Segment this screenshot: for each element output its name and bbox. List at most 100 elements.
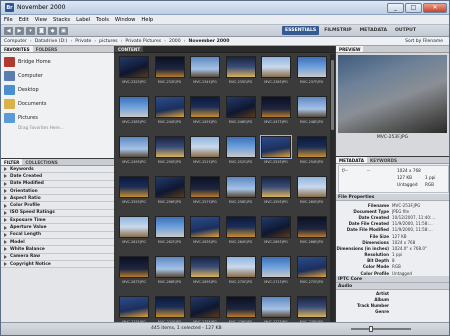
filter-exposure-time[interactable]: Exposure Time [1,217,114,225]
thumbnail[interactable]: MVC-270F.JPG [224,256,258,289]
thumbnail[interactable]: MVC-268F.JPG [153,256,187,289]
thumbnail[interactable]: MVC-263F.JPG [188,216,222,249]
refine-icon[interactable]: ◆ [48,26,57,35]
thumbnail[interactable]: MVC-244F.JPG [153,96,187,129]
favorite-pictures[interactable]: Pictures [1,111,114,125]
path-drive[interactable]: Datadrive (D:) [35,39,68,44]
maximize-button[interactable]: □ [405,2,422,13]
thumbnail[interactable]: MVC-246F.JPG [224,96,258,129]
path-private-pictures[interactable]: Private Pictures [125,39,161,44]
tab-preview[interactable]: PREVIEW [336,46,364,52]
preview-image[interactable] [338,55,447,133]
back-icon[interactable]: ◀ [4,26,13,35]
thumbnail[interactable]: MVC-233F.JPG [153,56,187,89]
content-scrollbar[interactable] [330,54,335,322]
thumbnail[interactable]: MVC-276F.JPG [224,296,258,322]
tab-keywords[interactable]: KEYWORDS [367,157,400,163]
tab-metadata[interactable]: METADATA [336,157,367,163]
camera-icon[interactable]: ◙ [37,26,46,35]
tab-folders[interactable]: FOLDERS [33,46,61,52]
minimize-button[interactable]: _ [387,2,404,13]
thumbnail[interactable]: MVC-274F.JPG [153,296,187,322]
thumbnail[interactable]: MVC-265F.JPG [259,216,293,249]
filter-orientation[interactable]: Orientation [1,187,114,196]
audio-header[interactable]: Audio [336,283,449,291]
thumbnail[interactable]: MVC-245F.JPG [188,96,222,129]
thumbnail[interactable]: MVC-271F.JPG [259,256,293,289]
thumbnail[interactable]: MVC-273F.JPG [117,296,151,322]
thumbnail[interactable]: MVC-251F.JPG [188,136,222,169]
thumbnail[interactable]: MVC-257F.JPG [188,176,222,209]
audio-row[interactable]: Genre [336,309,449,315]
filter-iso-speed-ratings[interactable]: ISO Speed Ratings [1,209,114,218]
favorite-documents[interactable]: Documents [1,97,114,111]
iptc-core-header[interactable]: IPTC Core [336,276,449,284]
filter-white-balance[interactable]: White Balance [1,246,114,254]
favorite-bridge-home[interactable]: Bridge Home [1,55,114,69]
filter-model[interactable]: Model [1,238,114,247]
menu-edit[interactable]: Edit [19,17,29,23]
thumbnail[interactable]: MVC-278F.JPG [295,296,329,322]
thumbnail[interactable]: MVC-247F.JPG [259,96,293,129]
path-pictures[interactable]: pictures [99,39,117,44]
filter-aperture-value[interactable]: Aperture Value [1,224,114,232]
thumbnail[interactable]: MVC-269F.JPG [188,256,222,289]
filter-camera-raw[interactable]: Camera Raw [1,253,114,261]
thumbnail[interactable]: MVC-260F.JPG [295,176,329,209]
thumbnail[interactable]: MVC-238F.JPG [117,96,151,129]
thumbnail[interactable]: MVC-272F.JPG [295,256,329,289]
menu-window[interactable]: Window [115,17,135,23]
close-button[interactable]: ✕ [423,2,447,13]
thumbnail[interactable]: MVC-232F.JPG [117,56,151,89]
thumbnail[interactable]: MVC-259F.JPG [259,176,293,209]
thumbnail[interactable]: MVC-254F.JPG [295,136,329,169]
thumbnail[interactable]: MVC-256F.JPG [153,176,187,209]
path-november[interactable]: November 2000 [188,39,229,44]
menu-file[interactable]: File [4,17,13,23]
filter-date-modified[interactable]: Date Modified [1,180,114,188]
thumbnail[interactable]: MVC-249F.JPG [117,136,151,169]
thumbnail[interactable]: MVC-277F.JPG [259,296,293,322]
path-computer[interactable]: Computer [4,39,27,44]
thumbnail[interactable]: MVC-255F.JPG [117,176,151,209]
thumbnail[interactable]: MVC-250F.JPG [153,136,187,169]
tab-favorites[interactable]: FAVORITES [1,46,33,52]
filter-focal-length[interactable]: Focal Length [1,231,114,239]
workspace-essentials[interactable]: ESSENTIALS [282,26,320,35]
thumbnail[interactable]: MVC-235F.JPG [224,56,258,89]
forward-icon[interactable]: ▶ [15,26,24,35]
menu-stacks[interactable]: Stacks [53,17,70,23]
favorite-desktop[interactable]: Desktop [1,83,114,97]
sort-dropdown[interactable]: Sort by Filename [405,39,443,44]
thumbnail[interactable]: MVC-262F.JPG [153,216,187,249]
thumbnail[interactable]: MVC-248F.JPG [295,96,329,129]
thumbnail[interactable]: MVC-266F.JPG [295,216,329,249]
menu-label[interactable]: Label [76,17,90,23]
workspace-filmstrip[interactable]: FILMSTRIP [321,26,354,35]
filter-date-created[interactable]: Date Created [1,173,114,181]
thumbnail[interactable]: MVC-237F.JPG [295,56,329,89]
open-icon[interactable]: ▣ [59,26,68,35]
menu-tools[interactable]: Tools [96,17,109,23]
filter-copyright-notice[interactable]: Copyright Notice [1,260,114,269]
thumbnail[interactable]: MVC-252F.JPG [224,136,258,169]
filter-aspect-ratio[interactable]: Aspect Ratio [1,195,114,203]
history-icon[interactable]: ▾ [26,26,35,35]
thumbnail[interactable]: MVC-236F.JPG [259,56,293,89]
thumbnail-size-slider[interactable] [351,326,411,332]
menu-view[interactable]: View [35,17,47,23]
thumbnail[interactable]: MVC-275F.JPG [188,296,222,322]
thumbnail[interactable]: MVC-264F.JPG [224,216,258,249]
thumbnail[interactable]: MVC-234F.JPG [188,56,222,89]
favorite-computer[interactable]: Computer [1,69,114,83]
menu-help[interactable]: Help [141,17,153,23]
path-private[interactable]: Private [75,39,91,44]
filter-color-profile[interactable]: Color Profile [1,202,114,210]
tab-content[interactable]: CONTENT [115,46,144,52]
tab-filter[interactable]: FILTER [1,159,23,165]
tab-collections[interactable]: COLLECTIONS [22,159,60,165]
thumbnail[interactable]: MVC-261F.JPG [117,216,151,249]
thumbnail[interactable]: MVC-258F.JPG [224,176,258,209]
filter-keywords[interactable]: Keywords [1,166,114,174]
workspace-output[interactable]: OUTPUT [392,26,419,35]
